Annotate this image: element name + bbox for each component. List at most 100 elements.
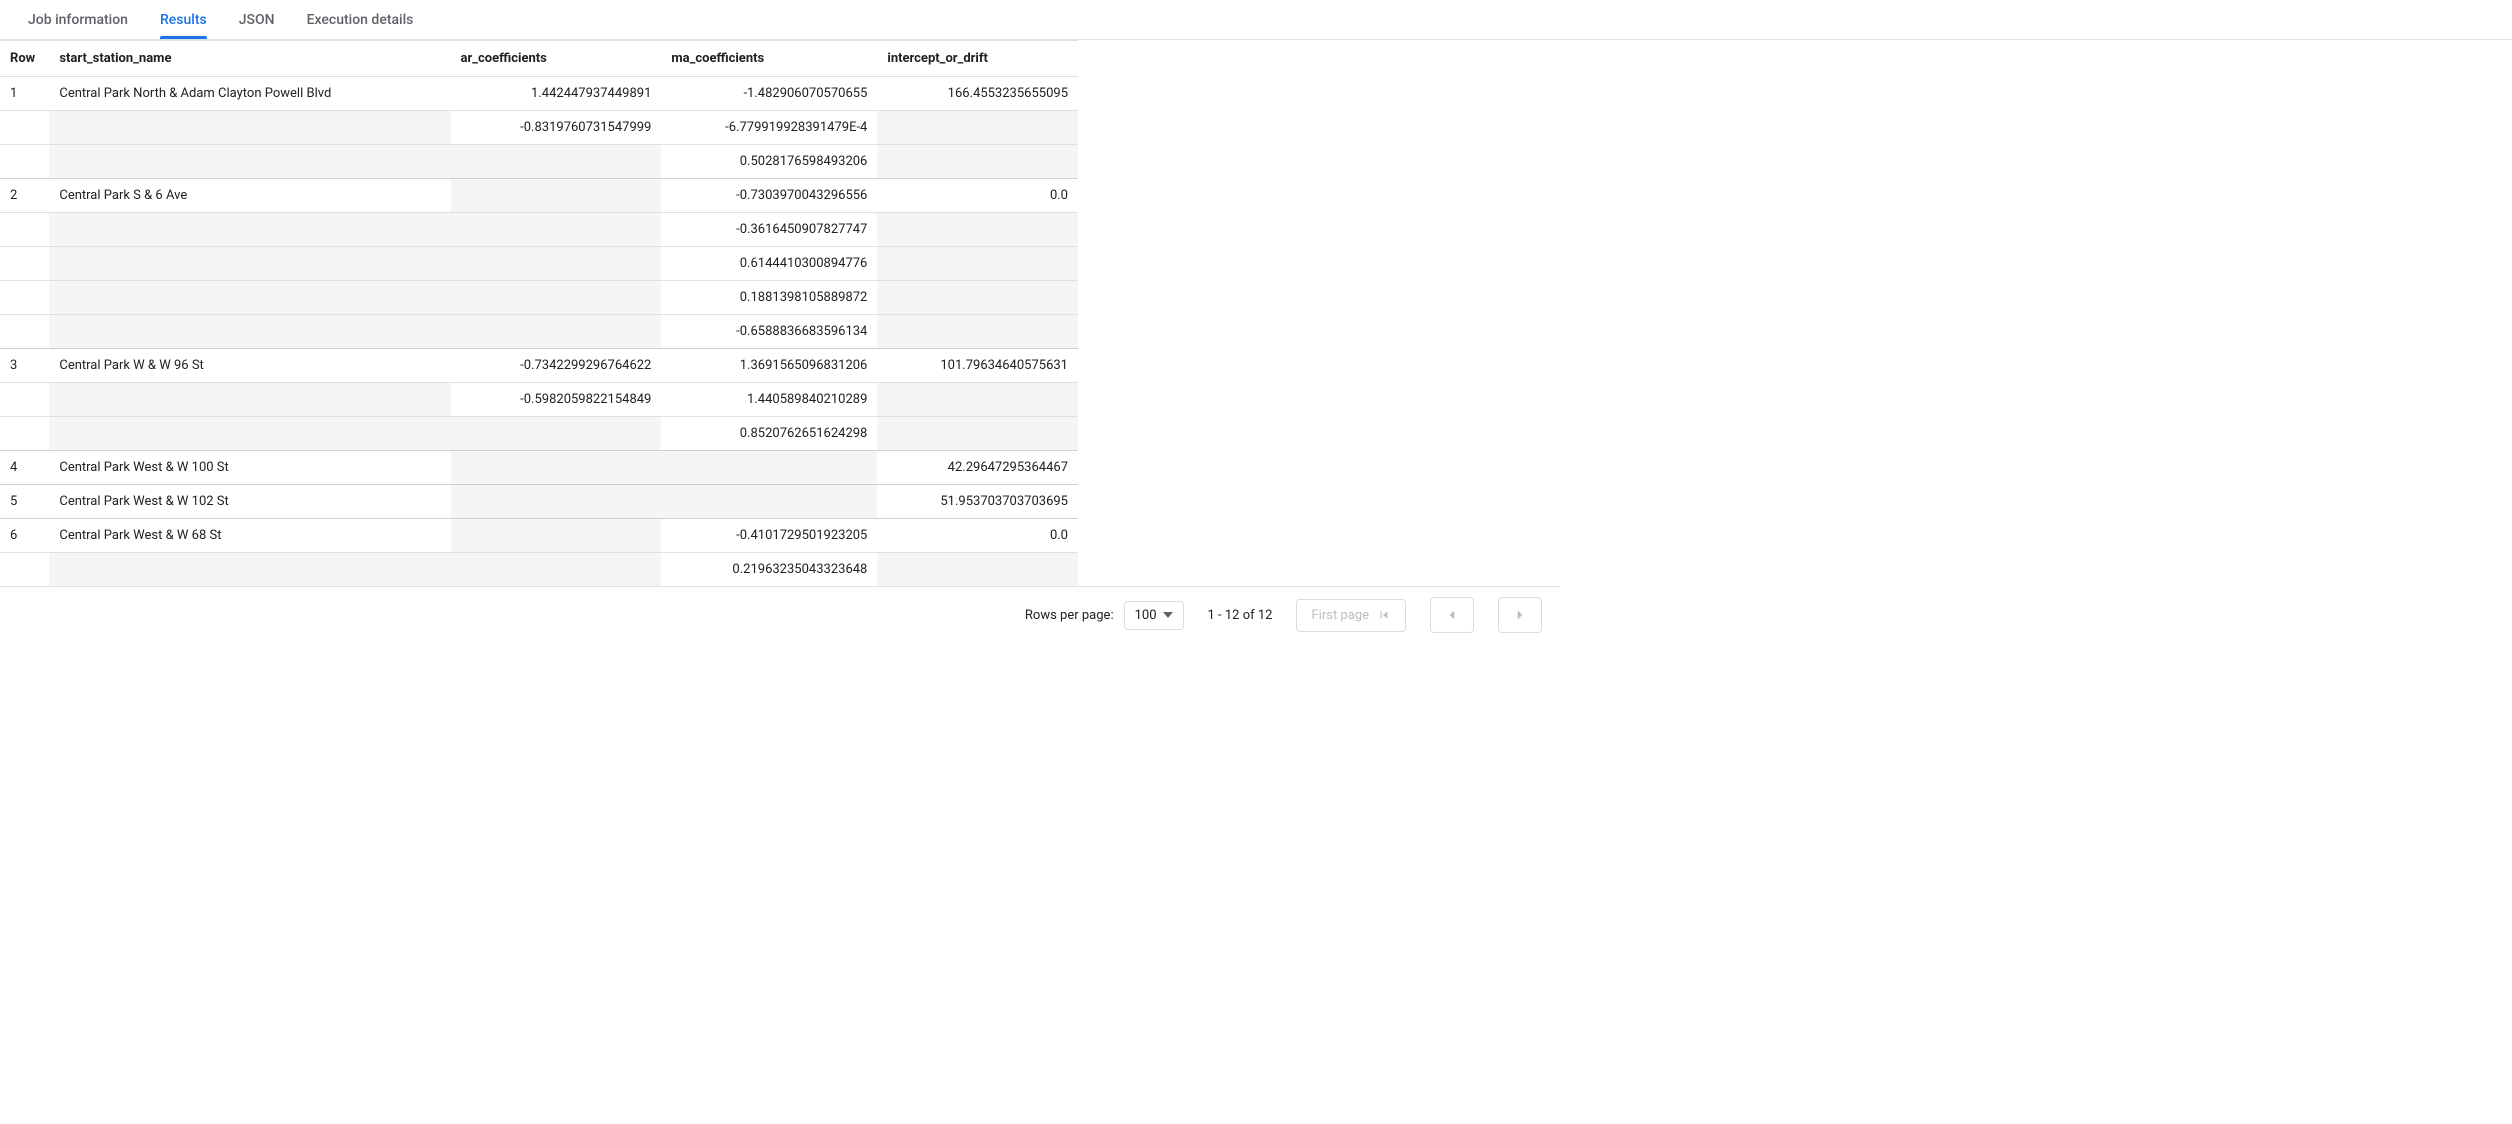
cell-ma-coefficient: 0.8520762651624298 [661,417,877,451]
cell-start-station-name: Central Park North & Adam Clayton Powell… [49,77,450,111]
cell-start-station-name: Central Park S & 6 Ave [49,179,450,213]
col-header-start-station-name: start_station_name [49,41,450,77]
cell-start-station-name [49,145,450,179]
cell-ma-coefficient [661,451,877,485]
table-row: 0.5028176598493206 [0,145,1078,179]
cell-ar-coefficient: -0.7342299296764622 [451,349,662,383]
prev-page-button[interactable] [1430,597,1474,633]
results-table: Row start_station_name ar_coefficients m… [0,41,1078,586]
table-row: 3Central Park W & W 96 St-0.734229929676… [0,349,1078,383]
tab-json[interactable]: JSON [223,0,291,39]
cell-ar-coefficient [451,145,662,179]
cell-ma-coefficient: 0.21963235043323648 [661,553,877,587]
cell-intercept-or-drift: 0.0 [877,519,1078,553]
tabs-bar: Job information Results JSON Execution d… [0,0,2512,40]
cell-start-station-name [49,383,450,417]
cell-ar-coefficient: -0.5982059822154849 [451,383,662,417]
cell-ar-coefficient [451,213,662,247]
cell-row [0,553,49,587]
table-row: 0.8520762651624298 [0,417,1078,451]
cell-ma-coefficient: -0.6588836683596134 [661,315,877,349]
first-page-icon [1377,608,1391,622]
table-row: 0.1881398105889872 [0,281,1078,315]
cell-intercept-or-drift: 51.953703703703695 [877,485,1078,519]
col-header-row: Row [0,41,49,77]
cell-ar-coefficient [451,553,662,587]
tab-execution-details[interactable]: Execution details [291,0,430,39]
cell-row: 2 [0,179,49,213]
cell-ma-coefficient: 1.440589840210289 [661,383,877,417]
table-row: 4Central Park West & W 100 St42.29647295… [0,451,1078,485]
cell-ma-coefficient: -0.4101729501923205 [661,519,877,553]
cell-row [0,145,49,179]
cell-intercept-or-drift: 42.29647295364467 [877,451,1078,485]
table-row: 5Central Park West & W 102 St 51.95370370… [0,485,1078,519]
table-row: -0.3616450907827747 [0,213,1078,247]
tab-results[interactable]: Results [144,0,223,39]
cell-ar-coefficient [451,451,662,485]
cell-ma-coefficient: -1.482906070570655 [661,77,877,111]
rows-per-page-select[interactable]: 100 [1124,601,1184,630]
cell-ar-coefficient [451,315,662,349]
col-header-intercept-or-drift: intercept_or_drift [877,41,1078,77]
cell-start-station-name [49,247,450,281]
cell-ar-coefficient [451,247,662,281]
next-page-button[interactable] [1498,597,1542,633]
table-row: 1Central Park North & Adam Clayton Powel… [0,77,1078,111]
pagination-bar: Rows per page: 100 1 - 12 of 12 First pa… [0,586,1560,643]
first-page-button[interactable]: First page [1296,599,1406,632]
rows-per-page: Rows per page: 100 [1025,601,1184,630]
cell-row [0,281,49,315]
cell-ma-coefficient: 0.1881398105889872 [661,281,877,315]
cell-ma-coefficient [661,485,877,519]
cell-ma-coefficient: 0.5028176598493206 [661,145,877,179]
cell-intercept-or-drift: 0.0 [877,179,1078,213]
cell-row: 4 [0,451,49,485]
col-header-ar-coefficients: ar_coefficients [451,41,662,77]
cell-start-station-name [49,553,450,587]
cell-intercept-or-drift [877,315,1078,349]
cell-intercept-or-drift [877,281,1078,315]
cell-start-station-name [49,417,450,451]
cell-row: 3 [0,349,49,383]
cell-intercept-or-drift [877,111,1078,145]
cell-start-station-name [49,111,450,145]
rows-per-page-value: 100 [1135,608,1157,623]
cell-intercept-or-drift [877,213,1078,247]
cell-row: 6 [0,519,49,553]
cell-row [0,315,49,349]
table-row: -0.59820598221548491.440589840210289 [0,383,1078,417]
cell-start-station-name: Central Park W & W 96 St [49,349,450,383]
rows-per-page-label: Rows per page: [1025,608,1114,623]
table-row: 0.6144410300894776 [0,247,1078,281]
cell-intercept-or-drift [877,383,1078,417]
cell-row: 1 [0,77,49,111]
cell-ar-coefficient [451,519,662,553]
cell-ar-coefficient: 1.442447937449891 [451,77,662,111]
cell-ar-coefficient [451,179,662,213]
cell-start-station-name: Central Park West & W 102 St [49,485,450,519]
results-panel: Row start_station_name ar_coefficients m… [0,40,1078,586]
cell-ma-coefficient: -6.779919928391479E-4 [661,111,877,145]
cell-intercept-or-drift [877,247,1078,281]
cell-ma-coefficient: -0.7303970043296556 [661,179,877,213]
cell-ar-coefficient [451,417,662,451]
cell-ma-coefficient: 1.3691565096831206 [661,349,877,383]
cell-intercept-or-drift [877,553,1078,587]
tab-job-information[interactable]: Job information [12,0,144,39]
cell-intercept-or-drift: 166.4553235655095 [877,77,1078,111]
cell-row [0,383,49,417]
cell-ar-coefficient [451,281,662,315]
cell-start-station-name: Central Park West & W 68 St [49,519,450,553]
cell-row [0,213,49,247]
cell-start-station-name [49,315,450,349]
table-row: -0.6588836683596134 [0,315,1078,349]
cell-row [0,247,49,281]
table-row: 0.21963235043323648 [0,553,1078,587]
col-header-ma-coefficients: ma_coefficients [661,41,877,77]
cell-row: 5 [0,485,49,519]
table-row: 2Central Park S & 6 Ave -0.73039700432965… [0,179,1078,213]
table-body: 1Central Park North & Adam Clayton Powel… [0,77,1078,587]
cell-start-station-name [49,213,450,247]
cell-intercept-or-drift [877,417,1078,451]
